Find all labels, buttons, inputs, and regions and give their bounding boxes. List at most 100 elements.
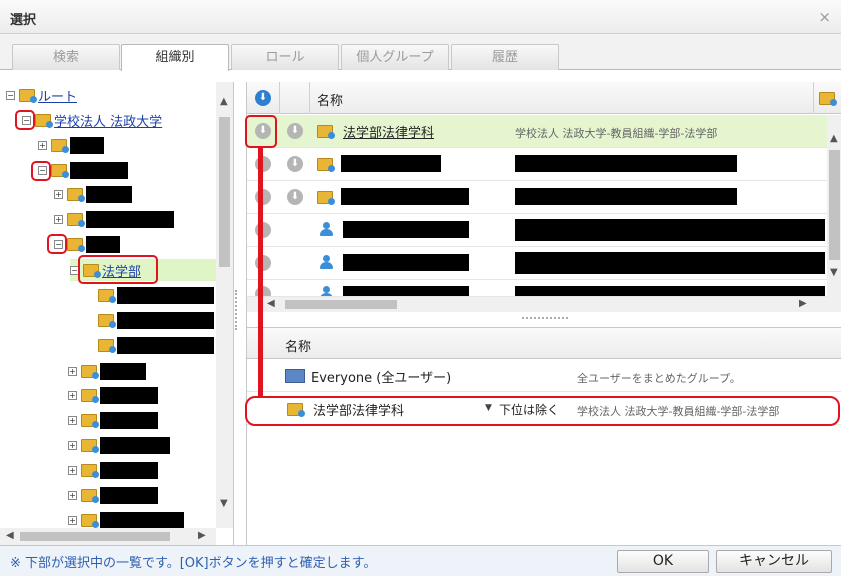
expand-icon[interactable]: + [68, 515, 77, 525]
horizontal-splitter[interactable] [522, 317, 568, 321]
scroll-thumb[interactable] [285, 300, 397, 309]
scroll-down-icon[interactable]: ▼ [220, 498, 228, 509]
group-folder-icon [81, 413, 99, 428]
vertical-splitter[interactable] [235, 290, 241, 330]
tab-history[interactable]: 履歴 [451, 44, 559, 70]
scroll-up-icon[interactable]: ▲ [220, 96, 228, 107]
redacted-label [86, 235, 120, 253]
expand-icon[interactable]: + [68, 465, 77, 475]
tree-node-label[interactable]: ルート [38, 86, 77, 105]
close-icon[interactable]: × [818, 8, 831, 26]
dialog-titlebar: 選択 × [0, 0, 841, 34]
user-icon [319, 222, 333, 236]
scroll-left-icon[interactable]: ◀ [267, 298, 275, 309]
expand-icon[interactable]: + [68, 415, 77, 425]
grid-row[interactable] [247, 247, 827, 280]
annotation-box [15, 110, 35, 130]
group-folder-icon [67, 212, 85, 227]
user-icon [319, 255, 333, 269]
group-folder-icon [81, 388, 99, 403]
group-folder-icon [81, 513, 99, 528]
tree-node[interactable]: − [38, 159, 128, 181]
grid-vertical-scrollbar[interactable]: ▲ ▼ [827, 115, 841, 297]
add-with-children-icon[interactable]: ⬇ [287, 123, 303, 139]
scroll-down-icon[interactable]: ▼ [830, 267, 838, 278]
tree-node[interactable]: + [68, 409, 158, 431]
grid-row[interactable] [247, 280, 827, 297]
add-with-children-icon[interactable]: ⬇ [287, 156, 303, 172]
annotation-arrow [258, 148, 263, 398]
group-folder-icon [81, 463, 99, 478]
cancel-button[interactable]: キャンセル [716, 550, 832, 573]
selected-items-pane: 名称 Everyone (全ユーザー) 全ユーザーをまとめたグループ。 法学部法… [247, 327, 841, 545]
tree-node[interactable]: + [68, 384, 158, 406]
tree-node[interactable]: + [38, 134, 104, 156]
redacted-path [515, 155, 737, 172]
tree-node[interactable] [98, 284, 214, 306]
select-all-icon[interactable]: ⬇ [255, 90, 271, 106]
selected-item[interactable]: Everyone (全ユーザー) 全ユーザーをまとめたグループ。 [247, 360, 841, 392]
tree-node[interactable]: + [68, 434, 170, 456]
tree-node-org[interactable]: − 学校法人 法政大学 [22, 109, 162, 131]
folder-up-icon[interactable] [819, 92, 837, 106]
collapse-icon[interactable]: − [6, 90, 15, 100]
tree-node[interactable]: + [68, 484, 158, 506]
redacted-label [100, 486, 158, 504]
tree-node-root[interactable]: − ルート [6, 84, 77, 106]
grid-horizontal-scrollbar[interactable]: ◀ ▶ [247, 297, 841, 312]
redacted-label [70, 161, 128, 179]
expand-icon[interactable]: + [54, 189, 63, 199]
group-folder-icon [81, 488, 99, 503]
expand-icon[interactable]: + [68, 366, 77, 376]
redacted-label [100, 511, 184, 529]
expand-icon[interactable]: + [68, 440, 77, 450]
expand-icon[interactable]: + [54, 214, 63, 224]
tree-node[interactable]: + [68, 360, 146, 382]
scroll-right-icon[interactable]: ▶ [198, 530, 206, 541]
row-name[interactable]: 法学部法律学科 [343, 122, 434, 141]
redacted-name [341, 155, 441, 172]
tab-organization[interactable]: 組織別 [121, 44, 229, 71]
group-folder-icon [317, 125, 335, 139]
scroll-right-icon[interactable]: ▶ [799, 298, 807, 309]
redacted-label [100, 362, 146, 380]
expand-icon[interactable]: + [38, 140, 47, 150]
grid-row[interactable] [247, 214, 827, 247]
group-folder-icon [81, 364, 99, 379]
expand-icon[interactable]: + [68, 490, 77, 500]
ok-button[interactable]: OK [617, 550, 709, 573]
group-folder-icon [317, 158, 335, 172]
tab-role[interactable]: ロール [231, 44, 339, 70]
annotation-box [245, 115, 277, 148]
tree-node-label[interactable]: 学校法人 法政大学 [54, 111, 162, 130]
grid-row[interactable]: ⬇ [247, 181, 827, 214]
group-folder-icon [317, 191, 335, 205]
tree-vertical-scrollbar[interactable]: ▲ ▼ [216, 82, 233, 528]
scroll-thumb[interactable] [829, 150, 840, 260]
tree-node[interactable]: + [54, 183, 132, 205]
add-with-children-icon[interactable]: ⬇ [287, 189, 303, 205]
annotation-box [78, 255, 158, 284]
tree-node[interactable] [98, 309, 214, 331]
tree-node[interactable]: + [68, 459, 158, 481]
tree-horizontal-scrollbar[interactable]: ◀ ▶ [0, 528, 216, 545]
everyone-icon [285, 369, 305, 383]
expand-icon[interactable]: + [68, 390, 77, 400]
tree-node[interactable] [98, 334, 214, 356]
annotation-box [31, 161, 51, 181]
column-header-name[interactable]: 名称 [285, 336, 311, 355]
scroll-left-icon[interactable]: ◀ [6, 530, 14, 541]
tree-node[interactable]: + [54, 208, 174, 230]
tab-search[interactable]: 検索 [12, 44, 120, 70]
scroll-thumb[interactable] [219, 117, 230, 267]
row-path: 学校法人 法政大学-教員組織-学部-法学部 [515, 127, 718, 140]
column-header-name[interactable]: 名称 [317, 90, 343, 109]
group-folder-icon [98, 338, 116, 353]
footer-note: ※ 下部が選択中の一覧です。[OK]ボタンを押すと確定します。 [10, 556, 377, 571]
scroll-thumb[interactable] [20, 532, 170, 541]
grid-row[interactable]: ⬇ ⬇ 法学部法律学科 学校法人 法政大学-教員組織-学部-法学部 [247, 115, 827, 148]
redacted-path [515, 219, 825, 241]
grid-row[interactable]: ⬇ [247, 148, 827, 181]
tab-personal-group[interactable]: 個人グループ [341, 44, 449, 70]
scroll-up-icon[interactable]: ▲ [830, 133, 838, 144]
